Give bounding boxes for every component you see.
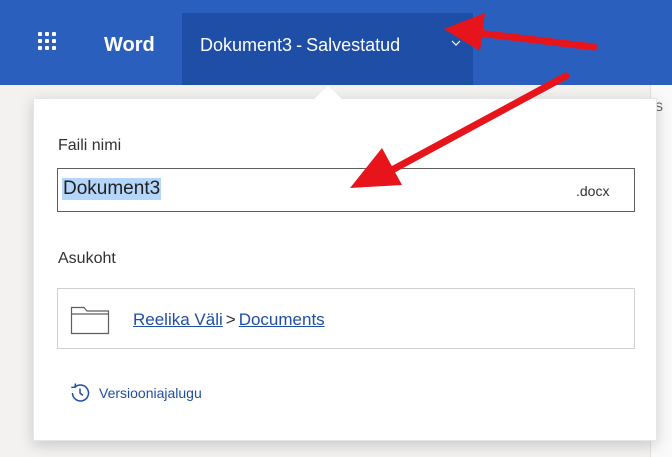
folder-icon (70, 306, 110, 335)
document-name: Dokument3 (200, 35, 293, 55)
history-icon[interactable] (68, 381, 92, 405)
save-status: Salvestatud (306, 35, 401, 55)
app-launcher-icon[interactable] (38, 32, 60, 54)
document-canvas-left (0, 85, 34, 457)
location-folder-link[interactable]: Documents (239, 310, 325, 329)
app-name[interactable]: Word (104, 34, 155, 57)
file-extension: .docx (576, 183, 610, 199)
filename-label: Faili nimi (58, 137, 122, 154)
document-title[interactable]: Dokument3- Salvestatud (200, 35, 400, 56)
app-header: Word Dokument3- Salvestatud (0, 0, 672, 85)
version-history-link[interactable]: Versiooniajalugu (99, 385, 202, 401)
filename-input-value[interactable]: Dokument3 (62, 178, 162, 200)
title-separator: - (296, 35, 303, 55)
breadcrumb-separator: > (225, 310, 236, 329)
location-owner-link[interactable]: Reelika Väli (133, 310, 223, 329)
location-label: Asukoht (58, 250, 116, 267)
panel-caret (314, 86, 342, 99)
location-breadcrumb: Reelika Väli > Documents (133, 310, 325, 330)
chevron-down-icon[interactable] (451, 38, 461, 48)
